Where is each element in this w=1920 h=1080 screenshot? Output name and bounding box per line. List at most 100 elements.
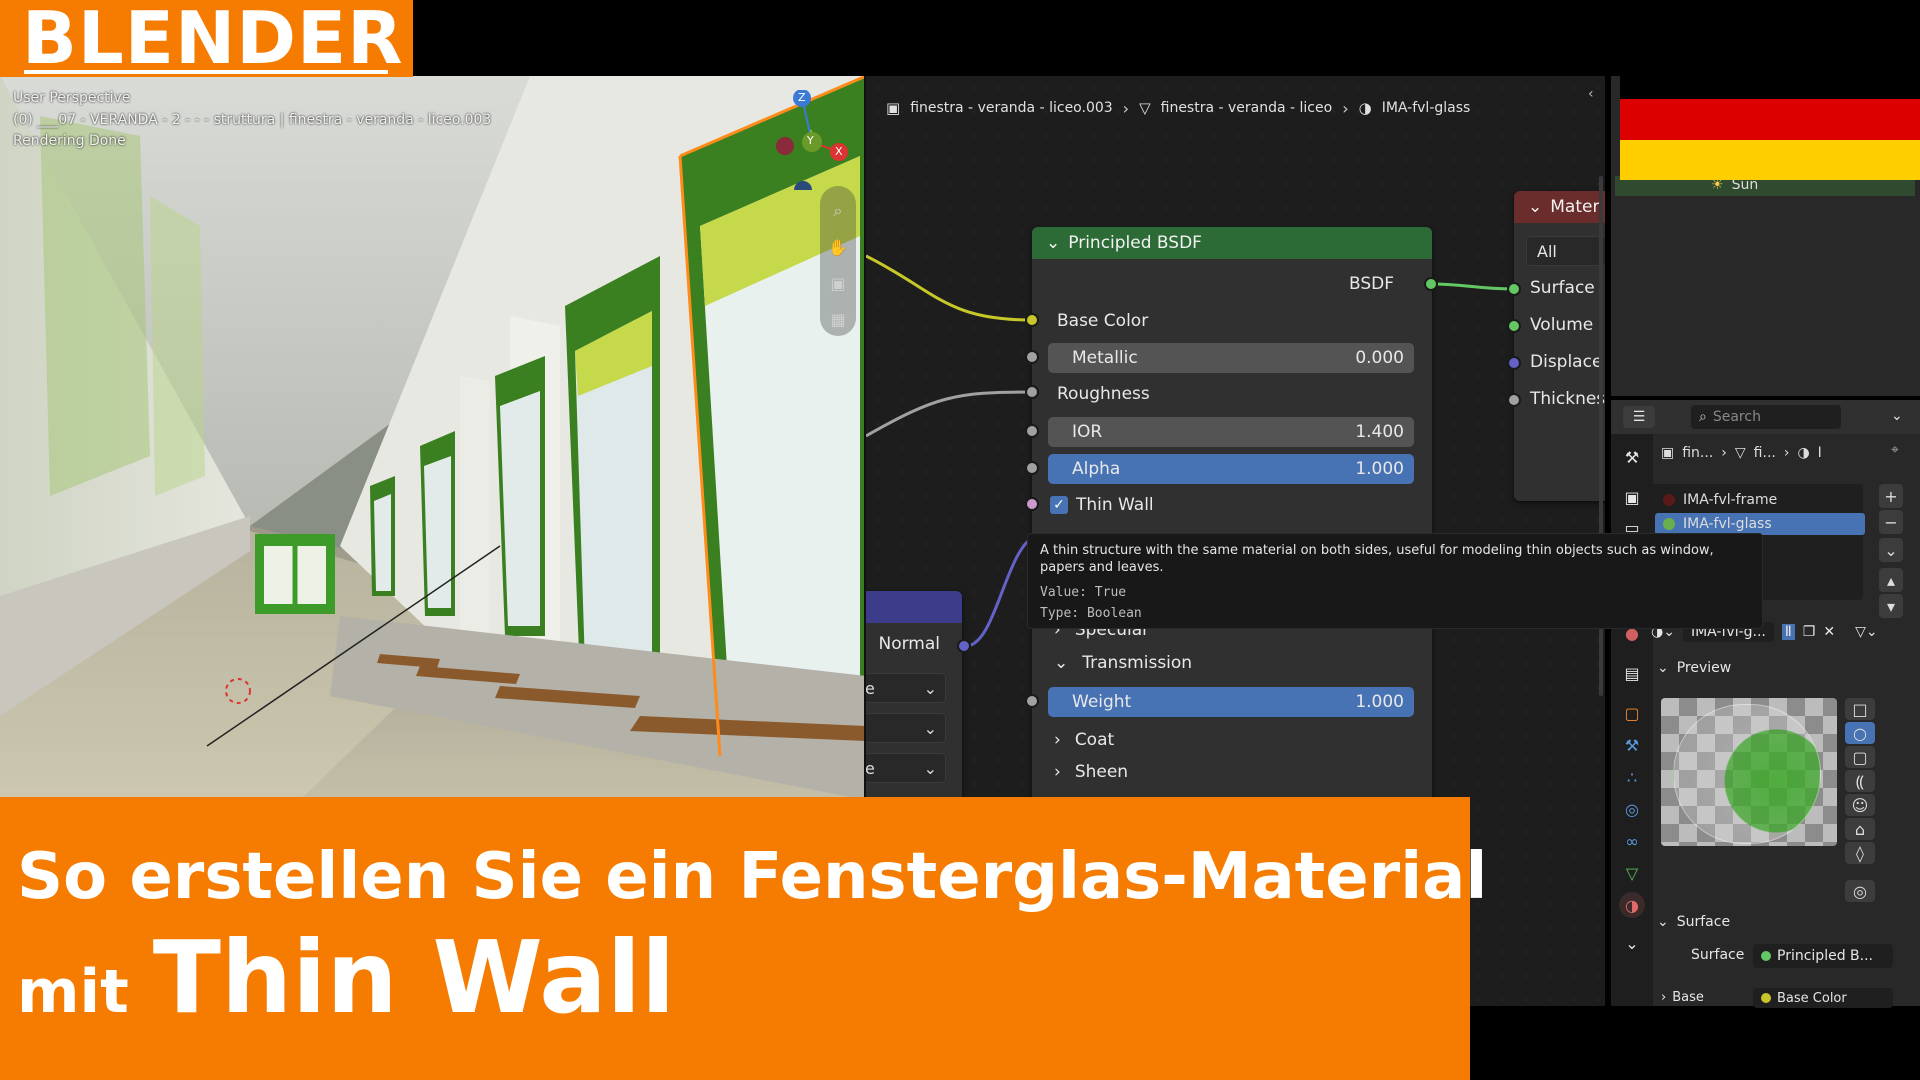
viewport-render bbox=[0, 76, 866, 800]
duplicate-icon[interactable]: ❐ bbox=[1803, 624, 1816, 640]
grid-icon[interactable]: ▦ bbox=[823, 304, 853, 334]
coat-panel[interactable]: › Coat bbox=[1032, 725, 1432, 755]
weight-field[interactable]: Weight 1.000 bbox=[1048, 687, 1414, 717]
pin-icon[interactable]: ⌖ bbox=[1891, 442, 1899, 458]
preview-monkey-icon[interactable]: ☺ bbox=[1845, 794, 1875, 816]
surface-panel-header[interactable]: ⌄ Surface bbox=[1657, 910, 1915, 934]
props-crumb-mesh: fi... bbox=[1753, 445, 1776, 461]
screen: User Perspective (0) ___07 - VERANDA - 2… bbox=[0, 0, 1920, 1080]
move-up-button[interactable]: ▴ bbox=[1879, 568, 1903, 592]
displacement-input-socket[interactable] bbox=[1507, 356, 1521, 370]
normal-map-node[interactable]: Normal e ⌄ ⌄ e ⌄ bbox=[866, 591, 962, 821]
thin-wall-socket[interactable] bbox=[1025, 497, 1039, 511]
node-tree-icon[interactable]: ▽⌄ bbox=[1855, 624, 1878, 640]
chevron-down-icon[interactable]: ⌄ bbox=[1619, 930, 1645, 956]
material-slot-glass[interactable]: IMA-fvl-glass bbox=[1655, 513, 1865, 535]
alpha-field[interactable]: Alpha 1.000 bbox=[1048, 454, 1414, 484]
alpha-socket[interactable] bbox=[1025, 461, 1039, 475]
tooltip-description: A thin structure with the same material … bbox=[1040, 543, 1714, 575]
gizmo-y-label: Y bbox=[807, 134, 814, 147]
properties-search[interactable]: ⌕ Search bbox=[1691, 405, 1841, 429]
principled-header[interactable]: ⌄ Principled BSDF bbox=[1032, 227, 1432, 259]
banner-line-2-big: Thin Wall bbox=[152, 919, 676, 1036]
chevron-down-icon: ⌄ bbox=[1657, 914, 1669, 930]
coat-label: Coat bbox=[1074, 730, 1115, 750]
collection-tab-icon[interactable]: ▤ bbox=[1619, 660, 1645, 686]
transmission-panel[interactable]: ⌄ Transmission bbox=[1032, 648, 1432, 678]
modifier-tab-icon[interactable]: ⚒ bbox=[1619, 732, 1645, 758]
preview-panel-header[interactable]: ⌄ Preview bbox=[1657, 656, 1915, 680]
3d-viewport[interactable]: User Perspective (0) ___07 - VERANDA - 2… bbox=[0, 76, 866, 800]
normal-dropdown-3[interactable]: e ⌄ bbox=[866, 753, 946, 783]
ior-field[interactable]: IOR 1.400 bbox=[1048, 417, 1414, 447]
preview-cloth-icon[interactable]: ⌂ bbox=[1845, 818, 1875, 840]
material-preview bbox=[1661, 698, 1837, 846]
volume-input-socket[interactable] bbox=[1507, 319, 1521, 333]
render-tab-icon[interactable]: ▣ bbox=[1619, 484, 1645, 510]
preview-hair-icon[interactable]: ⸨ bbox=[1845, 770, 1875, 792]
base-color-prop-field[interactable]: Base Color bbox=[1753, 988, 1893, 1008]
base-prop-value: Base Color bbox=[1777, 990, 1847, 1006]
world-icon[interactable]: ◎ bbox=[1845, 880, 1875, 902]
material-tab-icon[interactable]: ◑ bbox=[1619, 892, 1645, 918]
normal-dropdown-2[interactable]: ⌄ bbox=[866, 713, 946, 743]
gizmo-x-label: X bbox=[835, 145, 843, 158]
weight-socket[interactable] bbox=[1025, 694, 1039, 708]
object-tab-icon[interactable]: ▢ bbox=[1619, 700, 1645, 726]
data-tab-icon[interactable]: ▽ bbox=[1619, 860, 1645, 886]
target-dropdown[interactable]: All bbox=[1526, 236, 1605, 266]
props-crumb-mat: I bbox=[1817, 445, 1822, 461]
chevron-down-icon[interactable]: ⌄ bbox=[1528, 197, 1542, 217]
normal-output-socket[interactable] bbox=[957, 639, 971, 653]
chevron-down-icon[interactable]: ⌄ bbox=[1046, 233, 1060, 253]
preview-fluid-icon[interactable]: ◊ bbox=[1845, 842, 1875, 864]
move-down-button[interactable]: ▾ bbox=[1879, 594, 1903, 618]
bsdf-output-socket[interactable] bbox=[1424, 277, 1438, 291]
preview-label: Preview bbox=[1676, 660, 1732, 676]
normal-dropdown-1[interactable]: e ⌄ bbox=[866, 673, 946, 703]
tool-tab-icon[interactable]: ⚒ bbox=[1619, 444, 1645, 470]
close-icon[interactable]: ✕ bbox=[1823, 624, 1835, 640]
camera-icon[interactable]: ▣ bbox=[823, 268, 853, 298]
base-color-prop-row[interactable]: › Base bbox=[1661, 990, 1704, 1005]
editor-type-icon[interactable]: ☰ bbox=[1623, 406, 1655, 428]
preview-sphere-icon[interactable]: ○ bbox=[1845, 722, 1875, 744]
viewport-object-path: (0) ___07 - VERANDA - 2 - - - struttura … bbox=[13, 112, 492, 128]
surface-shader-field[interactable]: Principled B... bbox=[1753, 944, 1893, 968]
metallic-field[interactable]: Metallic 0.000 bbox=[1048, 343, 1414, 373]
badge-label: BLENDER bbox=[22, 0, 404, 80]
preview-cube-icon[interactable]: ▢ bbox=[1845, 746, 1875, 768]
chevron-down-icon[interactable]: ⌄ bbox=[1891, 408, 1903, 424]
material-slot-frame[interactable]: IMA-fvl-frame bbox=[1655, 489, 1865, 511]
surface-input-socket[interactable] bbox=[1507, 282, 1521, 296]
ior-socket[interactable] bbox=[1025, 424, 1039, 438]
preview-flat-icon[interactable]: □ bbox=[1845, 698, 1875, 720]
thin-wall-row[interactable]: ✓ Thin Wall bbox=[1032, 490, 1432, 520]
remove-slot-button[interactable]: − bbox=[1879, 510, 1903, 534]
viewport-perspective-label: User Perspective bbox=[13, 90, 131, 106]
add-slot-button[interactable]: + bbox=[1879, 484, 1903, 508]
material-output-header[interactable]: ⌄ Mater bbox=[1514, 191, 1605, 223]
thickness-input-socket[interactable] bbox=[1507, 393, 1521, 407]
zoom-icon[interactable]: ⌕ bbox=[823, 196, 853, 226]
chevron-right-icon: › bbox=[1054, 762, 1061, 782]
normal-node-header bbox=[866, 591, 962, 623]
slot-specials-button[interactable]: ⌄ bbox=[1879, 538, 1903, 562]
fake-user-icon[interactable]: Ⅱ bbox=[1781, 624, 1795, 640]
volume-input-label: Volume bbox=[1530, 315, 1594, 335]
constraints-tab-icon[interactable]: ∞ bbox=[1619, 828, 1645, 854]
base-color-socket[interactable] bbox=[1025, 313, 1039, 327]
surface-input-label: Surface bbox=[1530, 278, 1595, 298]
roughness-socket[interactable] bbox=[1025, 385, 1039, 399]
properties-editor[interactable]: ☰ ⌕ Search ⌄ ⚒ ▣ ▭ ● ▤ ▢ ⚒ ∴ ◎ ∞ ▽ ◑ ⌄ ▣… bbox=[1611, 400, 1920, 1008]
hand-pan-icon[interactable]: ✋ bbox=[823, 232, 853, 262]
preview-sphere bbox=[1673, 704, 1821, 844]
particles-tab-icon[interactable]: ∴ bbox=[1619, 764, 1645, 790]
thin-wall-checkbox[interactable]: ✓ bbox=[1050, 496, 1068, 514]
sheen-panel[interactable]: › Sheen bbox=[1032, 757, 1432, 787]
material-output-node[interactable]: ⌄ Mater All Surface Volume Displace Thic… bbox=[1514, 191, 1605, 501]
navigation-gizmo[interactable]: Z Y X bbox=[755, 90, 855, 190]
bsdf-output-label: BSDF bbox=[1348, 274, 1394, 294]
metallic-socket[interactable] bbox=[1025, 350, 1039, 364]
physics-tab-icon[interactable]: ◎ bbox=[1619, 796, 1645, 822]
